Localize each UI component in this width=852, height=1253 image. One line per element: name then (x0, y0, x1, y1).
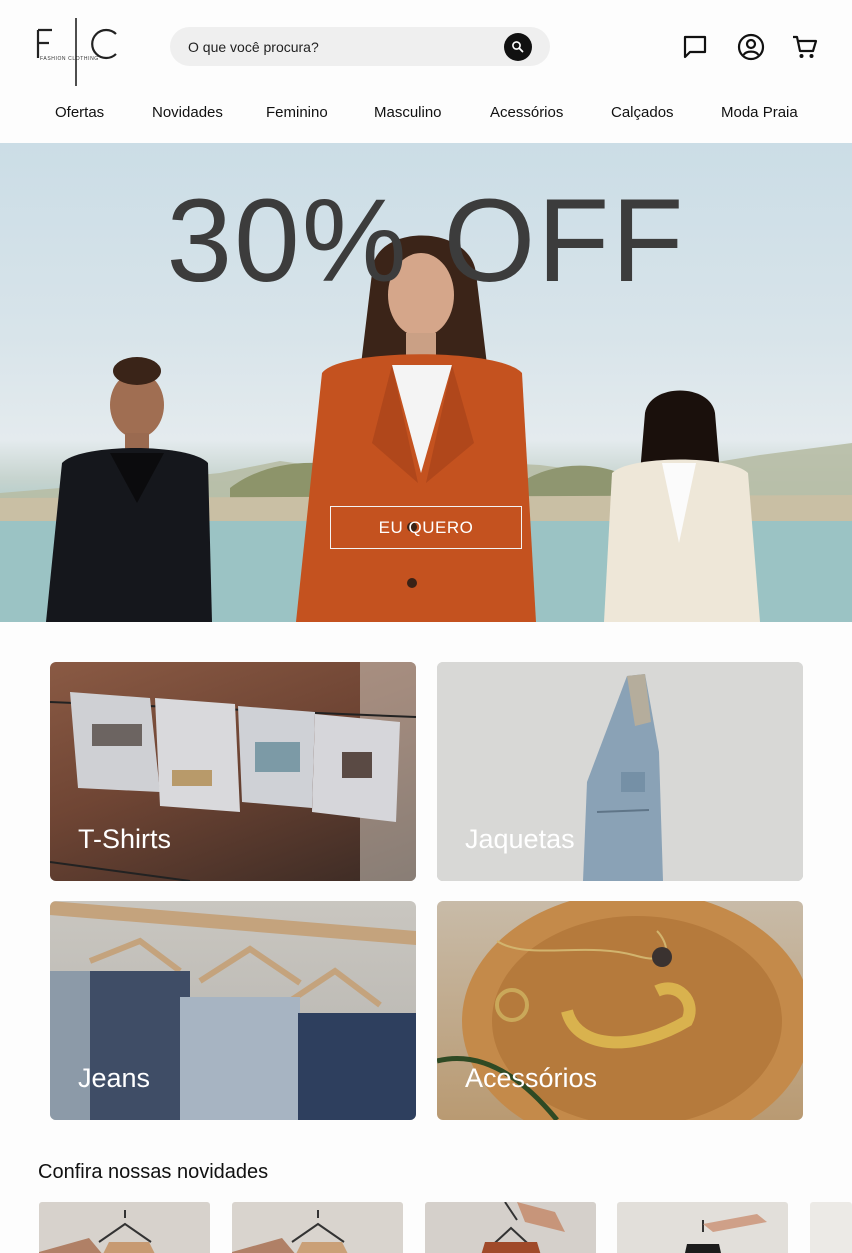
cart-button[interactable] (790, 32, 820, 62)
nav-item-calcados[interactable]: Calçados (611, 104, 674, 121)
category-card-jeans[interactable]: Jeans (50, 901, 416, 1120)
chat-icon (683, 35, 707, 59)
account-icon (737, 33, 765, 61)
nav-item-ofertas[interactable]: Ofertas (55, 104, 104, 121)
search-bar[interactable] (170, 27, 550, 66)
account-button[interactable] (736, 32, 766, 62)
hero-cta-button[interactable]: EU QUERO (330, 506, 522, 549)
product-card[interactable] (232, 1202, 403, 1253)
nav-item-masculino[interactable]: Masculino (374, 104, 442, 121)
product-card[interactable] (39, 1202, 210, 1253)
nav-item-feminino[interactable]: Feminino (266, 104, 328, 121)
nav-item-acessorios[interactable]: Acessórios (490, 104, 563, 121)
category-card-tshirts[interactable]: T-Shirts (50, 662, 416, 881)
product-image (232, 1210, 348, 1253)
cart-icon (793, 35, 818, 58)
category-label: Jeans (78, 1063, 151, 1093)
product-image (481, 1202, 565, 1253)
search-input[interactable] (188, 38, 488, 55)
product-card[interactable] (810, 1202, 852, 1253)
hero-title: 30% OFF (166, 175, 686, 307)
category-label: T-Shirts (78, 824, 172, 854)
category-label: Acessórios (465, 1063, 598, 1093)
product-card[interactable] (617, 1202, 788, 1253)
category-label: Jaquetas (465, 824, 575, 854)
category-card-jaquetas[interactable]: Jaquetas (437, 662, 803, 881)
search-icon (512, 41, 524, 53)
nav-item-novidades[interactable]: Novidades (152, 104, 223, 121)
logo-text: FASHION CLOTHING (40, 56, 99, 62)
hero-banner: 30% OFF EU QUERO (0, 143, 852, 622)
product-image (685, 1214, 767, 1253)
category-nav: Ofertas Novidades Feminino Masculino Ace… (0, 104, 852, 130)
chat-button[interactable] (680, 32, 710, 62)
product-image (39, 1210, 155, 1253)
search-button[interactable] (504, 33, 532, 61)
product-card[interactable] (425, 1202, 596, 1253)
section-title-novidades: Confira nossas novidades (38, 1161, 269, 1183)
category-card-acessorios[interactable]: Acessórios (437, 901, 803, 1120)
nav-item-moda-praia[interactable]: Moda Praia (721, 104, 798, 121)
brand-logo[interactable]: FASHION CLOTHING (34, 18, 120, 86)
header: FASHION CLOTHING (0, 0, 852, 95)
